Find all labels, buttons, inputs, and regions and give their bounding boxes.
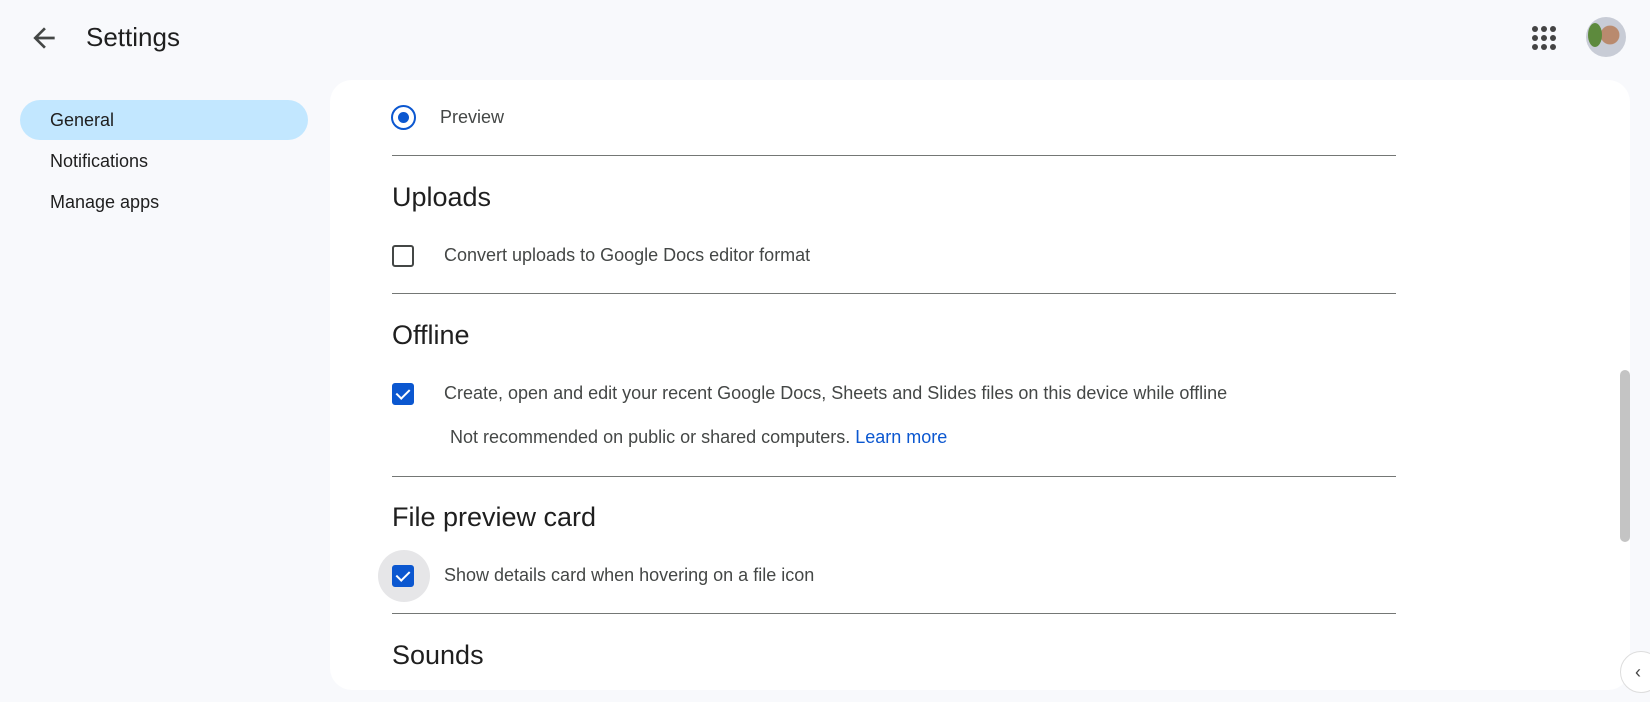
sidebar-item-general[interactable]: General	[20, 100, 308, 140]
offline-label: Create, open and edit your recent Google…	[444, 383, 1228, 403]
file-preview-heading: File preview card	[392, 502, 597, 532]
offline-heading: Offline	[392, 320, 470, 350]
arrow-left-icon	[33, 27, 55, 49]
divider	[392, 613, 1396, 614]
collapse-panel-button[interactable]: ‹	[1620, 651, 1650, 693]
sidebar-item-notifications[interactable]: Notifications	[20, 141, 308, 181]
file-preview-label: Show details card when hovering on a fil…	[444, 565, 815, 585]
sidebar-item-manage-apps[interactable]: Manage apps	[20, 182, 308, 222]
divider	[392, 155, 1396, 156]
page-title: Settings	[86, 22, 180, 52]
offline-note: Not recommended on public or shared comp…	[450, 427, 947, 448]
divider	[392, 476, 1396, 477]
preview-label: Preview	[440, 107, 505, 127]
apps-grid-icon[interactable]	[1530, 24, 1558, 52]
chevron-left-icon: ‹	[1635, 662, 1641, 682]
convert-uploads-checkbox[interactable]	[392, 245, 414, 267]
offline-checkbox[interactable]	[392, 383, 414, 405]
convert-uploads-label: Convert uploads to Google Docs editor fo…	[444, 245, 811, 265]
scrollbar-thumb[interactable]	[1620, 370, 1630, 542]
sounds-heading: Sounds	[392, 640, 484, 670]
file-preview-checkbox[interactable]	[392, 565, 414, 587]
offline-note-text: Not recommended on public or shared comp…	[450, 427, 851, 447]
preview-radio[interactable]	[391, 105, 416, 130]
back-button[interactable]	[28, 22, 60, 54]
divider	[392, 293, 1396, 294]
learn-more-link[interactable]: Learn more	[855, 427, 947, 447]
uploads-heading: Uploads	[392, 182, 492, 212]
avatar[interactable]	[1586, 17, 1626, 57]
